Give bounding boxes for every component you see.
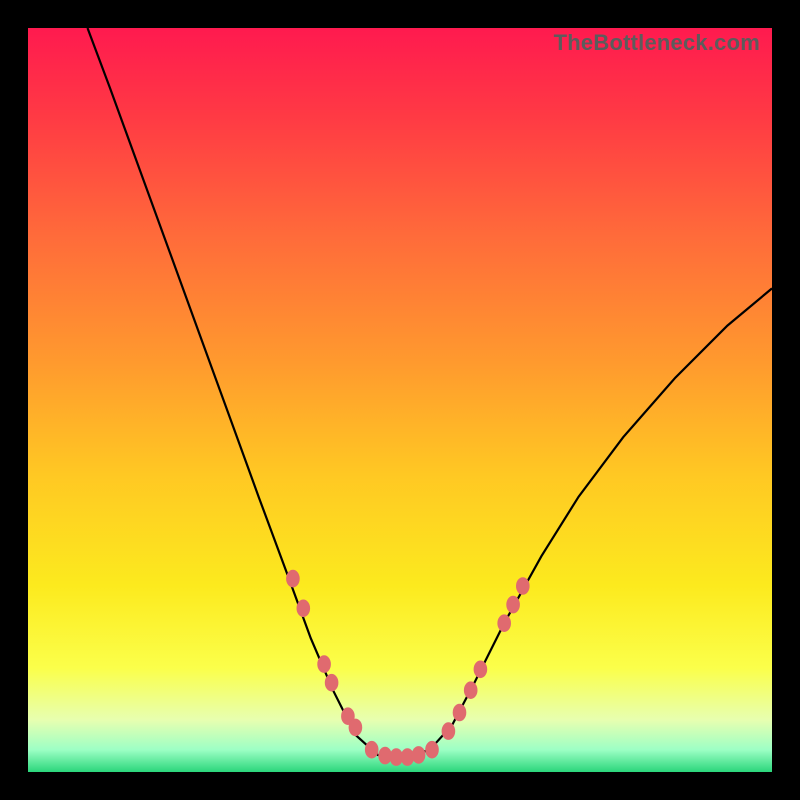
data-marker bbox=[497, 614, 511, 632]
plot-area: TheBottleneck.com bbox=[28, 28, 772, 772]
curve-layer bbox=[28, 28, 772, 772]
watermark-text: TheBottleneck.com bbox=[554, 30, 760, 56]
data-marker bbox=[506, 596, 520, 614]
data-marker bbox=[297, 600, 311, 618]
data-marker bbox=[325, 674, 339, 692]
data-marker bbox=[425, 741, 439, 759]
data-marker bbox=[474, 661, 488, 679]
data-marker bbox=[349, 719, 363, 737]
data-marker bbox=[365, 741, 379, 759]
data-marker bbox=[442, 722, 456, 740]
frame: TheBottleneck.com bbox=[0, 0, 800, 800]
bottleneck-curve bbox=[88, 28, 773, 757]
data-marker bbox=[286, 570, 300, 588]
data-marker bbox=[412, 746, 426, 764]
marker-group bbox=[286, 570, 529, 766]
data-marker bbox=[516, 577, 530, 595]
data-marker bbox=[464, 681, 478, 699]
data-marker bbox=[317, 655, 331, 673]
data-marker bbox=[453, 704, 467, 722]
